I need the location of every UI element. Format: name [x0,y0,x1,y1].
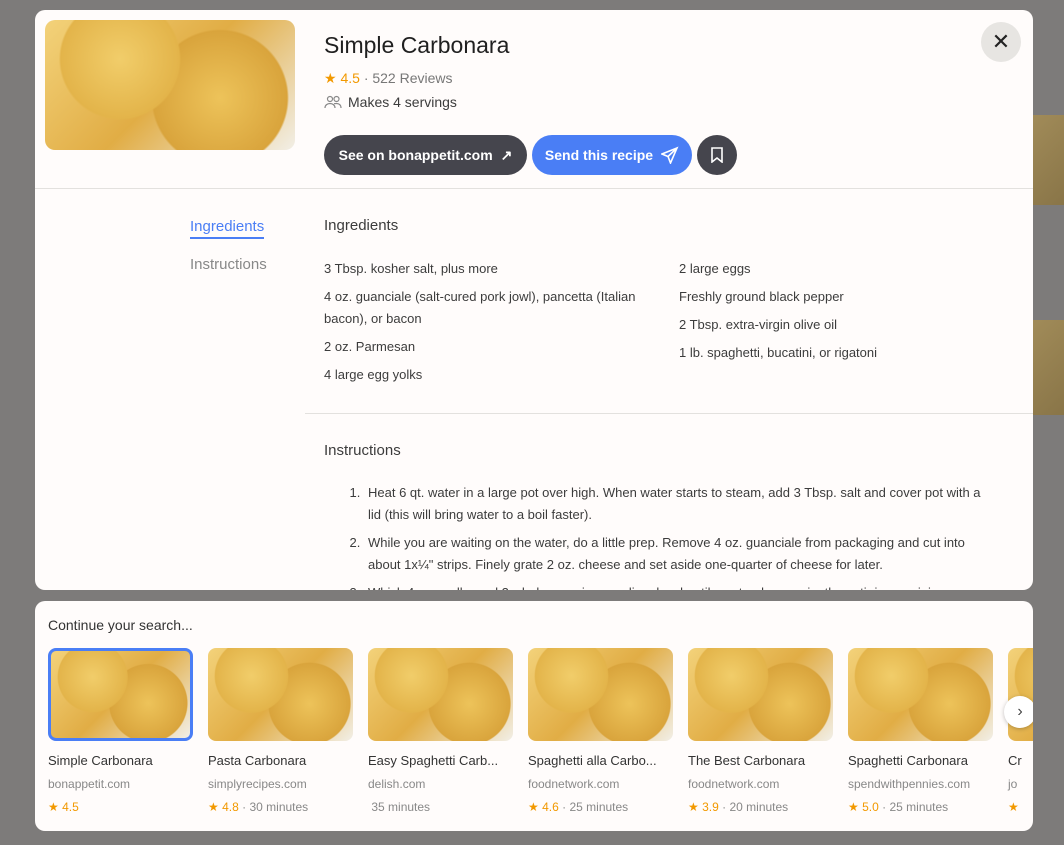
send-icon [661,146,679,164]
card-title: Cr [1008,753,1022,768]
recipe-card[interactable]: Easy Spaghetti Carb... delish.com 35 minu… [368,648,513,814]
card-rating: 4.5 [62,800,79,814]
card-meta: ★ 4.5 [48,800,193,814]
card-time: · 25 minutes [562,800,629,814]
recipe-image [45,20,295,150]
card-meta: ★ 4.6 · 25 minutes [528,800,673,814]
divider [305,413,1033,414]
star-icon: ★ [1008,800,1019,814]
instruction-step: Whisk 4 egg yolks and 2 whole eggs in a … [364,582,994,590]
card-title: Spaghetti Carbonara [848,753,968,768]
continue-title: Continue your search... [48,617,193,633]
star-icon: ★ [688,800,699,814]
servings: Makes 4 servings [324,94,457,110]
star-icon: ★ [324,70,337,86]
recipe-modal: Simple Carbonara ★ 4.5 · 522 Reviews Mak… [35,10,1033,590]
card-meta: ★ 4.8 · 30 minutes [208,800,353,814]
card-image [848,648,993,741]
servings-text: Makes 4 servings [348,94,457,110]
next-button[interactable]: › [1004,696,1033,728]
card-title: The Best Carbonara [688,753,806,768]
instruction-step: While you are waiting on the water, do a… [364,532,994,576]
card-site: bonappetit.com [48,777,131,791]
recipe-card[interactable]: The Best Carbonara foodnetwork.com ★ 3.9 ·… [688,648,833,814]
background-image [1033,115,1064,205]
card-time: · 25 minutes [882,800,949,814]
card-site: foodnetwork.com [688,777,780,791]
card-site: simplyrecipes.com [208,777,307,791]
card-image [48,648,193,741]
recipe-card[interactable]: Simple Carbonara bonappetit.com ★ 4.5 [48,648,193,814]
card-image [208,648,353,741]
see-on-site-button[interactable]: See on bonappetit.com ↗ [324,135,527,175]
instruction-step: Heat 6 qt. water in a large pot over hig… [364,482,994,526]
card-meta: ★ 3.9 · 20 minutes [688,800,833,814]
card-meta: 35 minutes [368,800,513,814]
card-rating: 5.0 [862,800,879,814]
ingredient-item: 3 Tbsp. kosher salt, plus more [324,261,498,276]
continue-search-panel: Continue your search... Simple Carbonara… [35,601,1033,831]
card-image [368,648,513,741]
card-site: delish.com [368,777,426,791]
tab-instructions[interactable]: Instructions [190,256,267,273]
card-time: 35 minutes [371,800,431,814]
star-icon: ★ [208,800,219,814]
star-icon: ★ [528,800,539,814]
star-icon: ★ [848,800,859,814]
instructions-heading: Instructions [324,442,401,459]
recipe-title: Simple Carbonara [324,32,510,58]
ingredient-item: 4 oz. guanciale (salt-cured pork jowl), … [324,289,636,326]
card-title: Spaghetti alla Carbo... [528,753,657,768]
close-icon: ✕ [991,29,1011,54]
card-title: Easy Spaghetti Carb... [368,753,499,768]
ingredient-item: 2 Tbsp. extra-virgin olive oil [679,317,837,332]
card-title: Pasta Carbonara [208,753,307,768]
ingredient-item: Freshly ground black pepper [679,289,844,304]
chevron-right-icon: › [1017,703,1023,720]
ingredient-item: 2 oz. Parmesan [324,339,416,354]
external-link-icon: ↗ [500,146,513,163]
card-image [528,648,673,741]
see-on-label: See on bonappetit.com [338,147,493,163]
card-title: Simple Carbonara [48,753,153,768]
close-button[interactable]: ✕ [981,22,1021,62]
instructions-list: Heat 6 qt. water in a large pot over hig… [364,482,994,590]
card-time: · 20 minutes [722,800,789,814]
recipe-card[interactable]: Pasta Carbonara simplyrecipes.com ★ 4.8 · … [208,648,353,814]
ingredients-heading: Ingredients [324,217,399,234]
card-rating: 4.8 [222,800,239,814]
card-time: · 30 minutes [242,800,309,814]
send-recipe-button[interactable]: Send this recipe [532,135,692,175]
recipe-card[interactable]: Spaghetti Carbonara spendwithpennies.com ★… [848,648,993,814]
tab-ingredients[interactable]: Ingredients [190,218,265,239]
ingredient-item: 4 large egg yolks [324,367,423,382]
ingredient-item: 2 large eggs [679,261,751,276]
bookmark-icon [711,147,723,163]
ingredients-list-left: 3 Tbsp. kosher salt, plus more 4 oz. gua… [324,258,644,392]
card-rating: 4.6 [542,800,559,814]
recipe-card[interactable]: Cr jo ★ [1008,648,1033,814]
ingredient-item: 1 lb. spaghetti, bucatini, or rigatoni [679,345,878,360]
recipe-rating: ★ 4.5 · 522 Reviews [324,70,453,87]
people-icon [324,95,342,109]
send-label: Send this recipe [544,147,654,163]
divider [35,188,1033,189]
bookmark-button[interactable] [697,135,737,175]
card-meta: ★ 5.0 · 25 minutes [848,800,993,814]
card-image [688,648,833,741]
card-site: foodnetwork.com [528,777,620,791]
card-site: spendwithpennies.com [848,777,971,791]
background-image [1033,320,1064,415]
ingredients-list-right: 2 large eggs Freshly ground black pepper… [679,258,999,370]
card-rating: 3.9 [702,800,719,814]
card-site: jo [1008,777,1018,791]
rating-value: 4.5 [340,70,360,86]
recipe-card[interactable]: Spaghetti alla Carbo... foodnetwork.com ★ … [528,648,673,814]
star-icon: ★ [48,800,59,814]
review-count: · 522 Reviews [363,70,453,86]
